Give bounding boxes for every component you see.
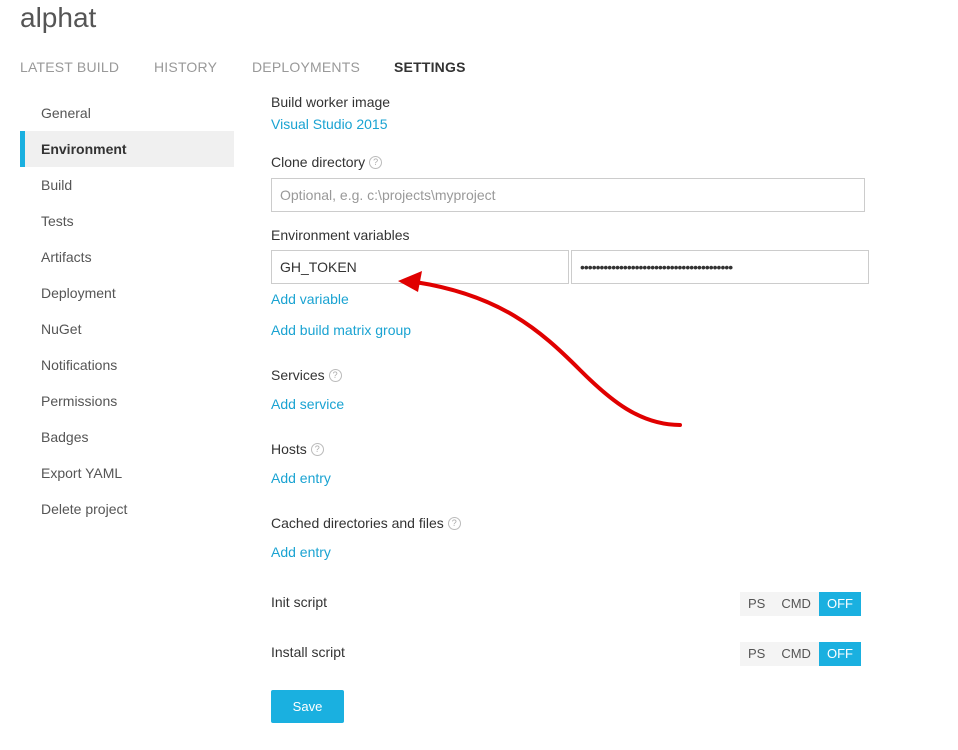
install-script-off-option[interactable]: OFF [818,642,861,666]
sidebar-item-deployment[interactable]: Deployment [20,275,234,311]
sidebar-item-general[interactable]: General [20,95,234,131]
init-script-label: Init script [271,594,328,610]
clone-directory-input[interactable] [271,178,865,212]
install-script-label: Install script [271,644,345,660]
clone-directory-label-text: Clone directory [271,154,366,170]
help-icon[interactable]: ? [310,442,324,456]
project-title: alphat [20,2,97,33]
services-label-text: Services [271,367,325,383]
services-label: Services? [271,367,342,383]
init-script-type-toggle: PS CMD OFF [740,592,861,616]
cached-directories-label: Cached directories and files? [271,515,461,531]
tab-history[interactable]: HISTORY [154,59,217,75]
sidebar-item-notifications[interactable]: Notifications [20,347,234,383]
help-icon[interactable]: ? [369,155,383,169]
sidebar-item-artifacts[interactable]: Artifacts [20,239,234,275]
install-script-cmd-option[interactable]: CMD [773,642,819,666]
settings-sidebar: General Environment Build Tests Artifact… [20,95,234,527]
save-button[interactable]: Save [271,690,344,723]
tab-latest-build[interactable]: LATEST BUILD [20,59,119,75]
help-icon[interactable]: ? [447,516,461,530]
hosts-label-text: Hosts [271,441,307,457]
clone-directory-label: Clone directory? [271,154,383,170]
add-build-matrix-group-link[interactable]: Add build matrix group [271,322,411,338]
sidebar-item-export-yaml[interactable]: Export YAML [20,455,234,491]
add-service-link[interactable]: Add service [271,396,344,412]
sidebar-item-delete-project[interactable]: Delete project [20,491,234,527]
environment-settings-form: Build worker image Visual Studio 2015 Cl… [270,0,870,750]
cached-directories-label-text: Cached directories and files [271,515,444,531]
sidebar-item-nuget[interactable]: NuGet [20,311,234,347]
add-host-entry-link[interactable]: Add entry [271,470,331,486]
add-variable-link[interactable]: Add variable [271,291,349,307]
init-script-off-option[interactable]: OFF [818,592,861,616]
init-script-cmd-option[interactable]: CMD [773,592,819,616]
install-script-ps-option[interactable]: PS [740,642,774,666]
init-script-ps-option[interactable]: PS [740,592,774,616]
sidebar-item-badges[interactable]: Badges [20,419,234,455]
install-script-type-toggle: PS CMD OFF [740,642,861,666]
sidebar-item-tests[interactable]: Tests [20,203,234,239]
sidebar-item-environment[interactable]: Environment [20,131,234,167]
sidebar-item-permissions[interactable]: Permissions [20,383,234,419]
help-icon[interactable]: ? [328,368,342,382]
environment-variables-label: Environment variables [271,227,410,243]
env-var-value-input[interactable]: ••••••••••••••••••••••••••••••••••••••• [571,250,869,284]
env-var-name-input[interactable]: GH_TOKEN [271,250,569,284]
worker-image-link[interactable]: Visual Studio 2015 [271,116,388,132]
worker-image-label: Build worker image [271,94,391,110]
add-cache-entry-link[interactable]: Add entry [271,544,331,560]
sidebar-item-build[interactable]: Build [20,167,234,203]
hosts-label: Hosts? [271,441,324,457]
